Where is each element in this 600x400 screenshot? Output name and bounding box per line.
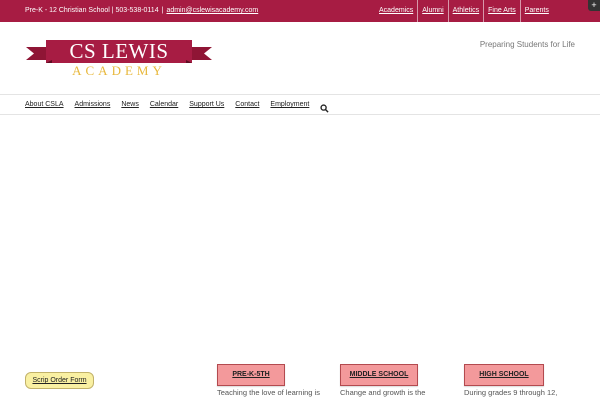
nav-item-contact[interactable]: Contact xyxy=(235,101,259,108)
top-links: Academics Alumni Athletics Fine Arts Par… xyxy=(375,0,553,22)
site-logo[interactable]: CS LEWIS ACADEMY xyxy=(26,38,212,80)
contact-text: Pre-K - 12 Christian School | 503-538-01… xyxy=(25,7,159,14)
expand-plus-icon[interactable]: + xyxy=(588,0,600,11)
logo-text-cs-lewis: CS LEWIS xyxy=(69,39,169,63)
email-link[interactable]: admin@cslewisacademy.com xyxy=(166,7,258,14)
search-icon[interactable] xyxy=(320,100,329,113)
high-school-button[interactable]: HIGH SCHOOL xyxy=(464,364,544,386)
top-link-alumni[interactable]: Alumni xyxy=(417,0,447,22)
middle-school-button[interactable]: MIDDLE SCHOOL xyxy=(340,364,418,386)
top-link-parents[interactable]: Parents xyxy=(519,0,553,22)
contact-separator: | xyxy=(161,7,164,14)
high-school-description: During grades 9 through 12, xyxy=(464,388,558,397)
main-nav: About CSLA Admissions News Calendar Supp… xyxy=(0,94,600,115)
top-bar: Pre-K - 12 Christian School | 503-538-01… xyxy=(0,0,600,22)
nav-item-news[interactable]: News xyxy=(121,101,139,108)
top-link-academics[interactable]: Academics xyxy=(375,0,417,22)
logo-text-academy: ACADEMY xyxy=(72,63,166,78)
nav-item-about[interactable]: About CSLA xyxy=(25,101,64,108)
page: Pre-K - 12 Christian School | 503-538-01… xyxy=(0,0,600,400)
top-link-athletics[interactable]: Athletics xyxy=(447,0,483,22)
nav-item-admissions[interactable]: Admissions xyxy=(75,101,111,108)
pre-k-5th-description: Teaching the love of learning is xyxy=(217,388,320,397)
top-link-fine-arts[interactable]: Fine Arts xyxy=(483,0,520,22)
scrip-order-form-button[interactable]: Scrip Order Form xyxy=(25,372,94,389)
nav-item-support-us[interactable]: Support Us xyxy=(189,101,224,108)
contact-info: Pre-K - 12 Christian School | 503-538-01… xyxy=(25,7,258,14)
middle-school-description: Change and growth is the xyxy=(340,388,426,397)
tagline: Preparing Students for Life xyxy=(479,40,575,49)
pre-k-5th-button[interactable]: PRE-K-5TH xyxy=(217,364,285,386)
nav-items: About CSLA Admissions News Calendar Supp… xyxy=(25,95,329,114)
nav-item-employment[interactable]: Employment xyxy=(270,101,309,108)
nav-item-calendar[interactable]: Calendar xyxy=(150,101,178,108)
